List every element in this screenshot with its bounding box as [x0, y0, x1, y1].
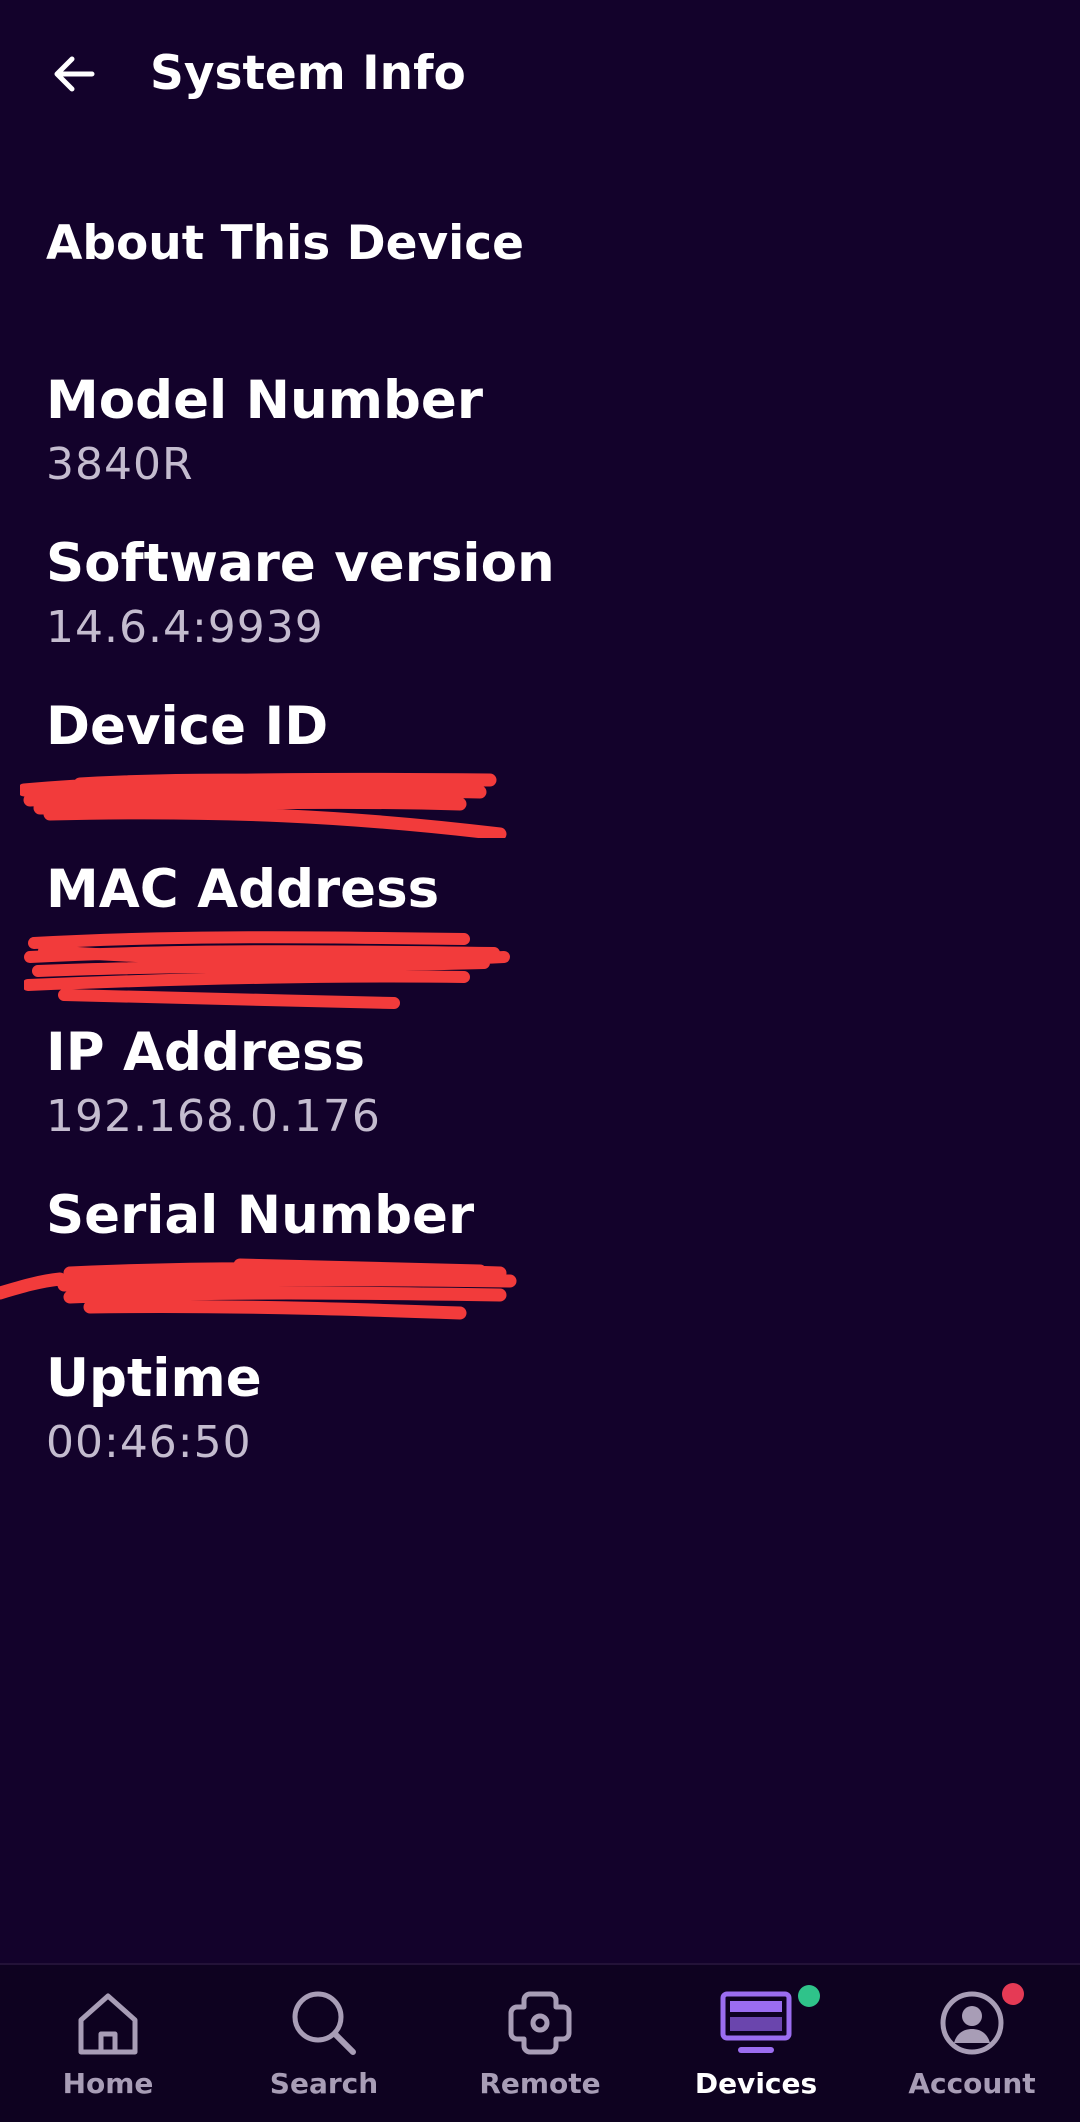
redaction-scribble — [0, 1258, 517, 1320]
nav-item-remote[interactable]: Remote — [432, 1965, 648, 2122]
info-row-ip-address: IP Address 192.168.0.176 — [46, 1018, 1026, 1181]
info-label: MAC Address — [46, 859, 440, 920]
info-label: Serial Number — [46, 1185, 475, 1246]
info-label: Model Number — [46, 370, 483, 431]
info-value: 3840R — [46, 439, 194, 490]
notification-dot — [798, 1985, 820, 2007]
info-row-mac-address: MAC Address — [24, 855, 1026, 1018]
info-label: Software version — [46, 533, 555, 594]
nav-label: Devices — [694, 2067, 818, 2100]
remote-icon — [508, 1991, 572, 2055]
nav-item-search[interactable]: Search — [216, 1965, 432, 2122]
home-icon — [78, 1993, 138, 2055]
nav-label: Home — [62, 2067, 154, 2100]
nav-label: Remote — [479, 2067, 601, 2100]
nav-item-account[interactable]: Account — [864, 1965, 1080, 2122]
app-header: System Info — [0, 0, 1080, 150]
nav-item-devices[interactable]: Devices — [648, 1965, 864, 2122]
devices-icon — [720, 1991, 792, 2053]
redaction-scribble — [24, 931, 510, 1009]
info-row-device-id: Device ID — [20, 692, 1026, 855]
info-label: IP Address — [46, 1022, 366, 1083]
info-row-model-number: Model Number 3840R — [46, 366, 1026, 529]
nav-label: Account — [908, 2067, 1036, 2100]
info-row-software-version: Software version 14.6.4:9939 — [46, 529, 1026, 692]
notification-dot — [1002, 1983, 1024, 2005]
section-title: About This Device — [46, 216, 524, 271]
page-title: System Info — [150, 46, 466, 101]
info-row-serial-number: Serial Number — [0, 1181, 1026, 1344]
info-value: 14.6.4:9939 — [46, 602, 324, 653]
info-row-uptime: Uptime 00:46:50 — [46, 1344, 1026, 1507]
account-icon — [940, 1991, 1004, 2055]
search-icon — [292, 1991, 356, 2055]
nav-label: Search — [269, 2067, 379, 2100]
arrow-left-icon — [54, 56, 95, 92]
bottom-navigation: Home Search Remote Devices Account — [0, 1963, 1080, 2122]
redaction-scribble — [20, 772, 507, 838]
info-value: 00:46:50 — [46, 1417, 252, 1468]
back-button[interactable] — [36, 36, 112, 112]
info-label: Uptime — [46, 1348, 262, 1409]
system-info-list: Model Number 3840R Software version 14.6… — [0, 366, 1026, 1507]
info-value: 192.168.0.176 — [46, 1091, 381, 1142]
nav-item-home[interactable]: Home — [0, 1965, 216, 2122]
info-label: Device ID — [46, 696, 329, 757]
